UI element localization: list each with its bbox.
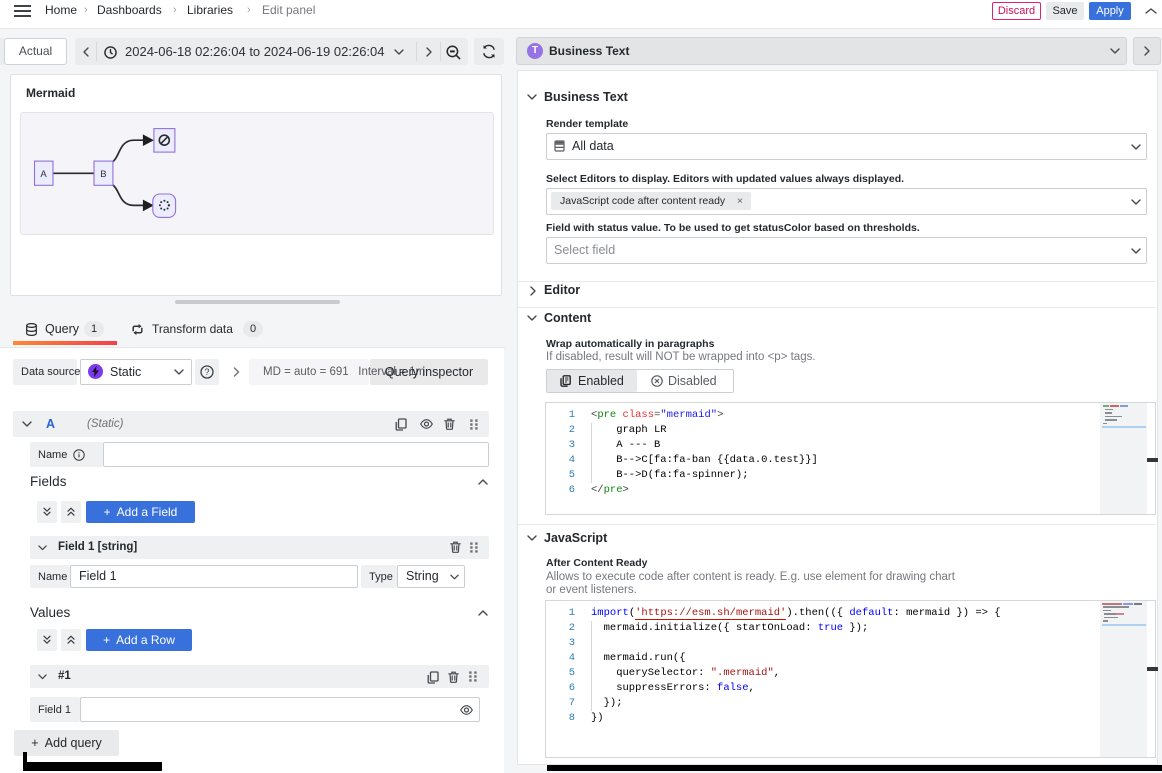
svg-text:A: A bbox=[40, 169, 47, 180]
svg-text:?: ? bbox=[204, 367, 209, 377]
svg-text:B: B bbox=[100, 169, 106, 180]
